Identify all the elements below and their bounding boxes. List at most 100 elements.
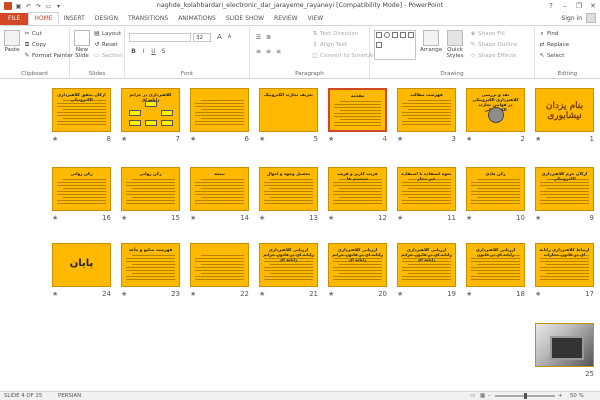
slide-thumbnail-23[interactable]: فهرست منابع و مآخذ	[121, 243, 180, 287]
slide-thumbnail-2[interactable]: نقد و بررسی کلاهبرداری الکترونیکی در قوا…	[466, 88, 525, 132]
transition-star-icon[interactable]: ★	[397, 135, 403, 143]
slide-thumbnail-11[interactable]: نحوه استفاده با استفاده غیر مجاز	[397, 167, 456, 211]
transition-star-icon[interactable]: ★	[121, 135, 127, 143]
minimize-button[interactable]: –	[558, 0, 572, 12]
shadow-button[interactable]: S	[159, 47, 168, 56]
copy-button[interactable]: ⧉ Copy	[24, 42, 46, 49]
zoom-in-button[interactable]: +	[558, 393, 563, 399]
transition-star-icon[interactable]: ★	[535, 135, 541, 143]
align-center-icon[interactable]: ≡	[264, 47, 273, 56]
avatar[interactable]	[586, 13, 596, 23]
slide-thumbnail-20[interactable]: ارزیابی کلاهبرداری رایانه ای در قانون جر…	[328, 243, 387, 287]
align-left-icon[interactable]: ≡	[254, 47, 263, 56]
slide-thumbnail-10[interactable]: رکن مادی	[466, 167, 525, 211]
transition-star-icon[interactable]: ★	[52, 135, 58, 143]
zoom-slider-thumb[interactable]	[524, 393, 527, 399]
reset-button[interactable]: ↺ Reset	[94, 42, 117, 49]
slide-thumbnail-15[interactable]: رکن روانی	[121, 167, 180, 211]
format-painter-button[interactable]: ✎ Format Painter	[24, 53, 73, 60]
tab-slide-show[interactable]: SLIDE SHOW	[221, 13, 269, 25]
tab-transitions[interactable]: TRANSITIONS	[123, 13, 173, 25]
tab-home[interactable]: HOME	[28, 12, 59, 25]
transition-star-icon[interactable]: ★	[328, 135, 334, 143]
quick-styles-button[interactable]: Quick Styles	[444, 30, 466, 59]
align-right-icon[interactable]: ≡	[274, 47, 283, 56]
transition-star-icon[interactable]: ★	[190, 214, 196, 222]
sign-in-link[interactable]: Sign in	[562, 15, 582, 22]
section-button[interactable]: ▭ Section	[94, 53, 123, 60]
help-button[interactable]: ?	[544, 0, 558, 12]
tab-view[interactable]: VIEW	[303, 13, 329, 25]
grow-font-button[interactable]: A	[215, 33, 224, 42]
text-direction-button[interactable]: ⇅ Text Direction	[312, 31, 358, 38]
slide-thumbnail-5[interactable]: تعریف تجارت الکترونیک	[259, 88, 318, 132]
transition-star-icon[interactable]: ★	[466, 135, 472, 143]
replace-button[interactable]: ⇄ Replace	[539, 42, 569, 49]
find-button[interactable]: ⌕ Find	[539, 31, 558, 38]
arrow-shape-icon[interactable]	[408, 32, 414, 38]
oval-shape-icon[interactable]	[384, 32, 390, 38]
transition-star-icon[interactable]: ★	[397, 290, 403, 298]
arrange-button[interactable]: Arrange	[420, 30, 442, 53]
slide-thumbnail-4[interactable]: مقدمه	[328, 88, 387, 132]
align-text-button[interactable]: ⇕ Align Text	[312, 42, 347, 49]
zoom-level[interactable]: 50 %	[570, 393, 584, 399]
transition-star-icon[interactable]: ★	[190, 135, 196, 143]
transition-star-icon[interactable]: ★	[190, 290, 196, 298]
cut-button[interactable]: ✂ Cut	[24, 31, 41, 38]
transition-star-icon[interactable]: ★	[535, 290, 541, 298]
layout-button[interactable]: ▤ Layout	[94, 31, 121, 38]
slide-thumbnail-21[interactable]: ارزیابی کلاهبرداری رایانه ای در قانون جر…	[259, 243, 318, 287]
language-indicator[interactable]: PERSIAN	[58, 393, 81, 399]
transition-star-icon[interactable]: ★	[259, 135, 265, 143]
tab-insert[interactable]: INSERT	[59, 13, 90, 25]
undo-icon[interactable]: ↶	[25, 3, 32, 10]
paste-button[interactable]: Paste	[3, 30, 21, 53]
rectangle-shape-icon[interactable]	[376, 32, 382, 38]
transition-star-icon[interactable]: ★	[259, 290, 265, 298]
transition-star-icon[interactable]: ★	[259, 214, 265, 222]
transition-star-icon[interactable]: ★	[535, 214, 541, 222]
slide-thumbnail-17[interactable]: ارتباط کلاهبرداری رایانه ای در قانون مجا…	[535, 243, 594, 287]
zoom-out-button[interactable]: –	[488, 393, 491, 399]
shape-fill-button[interactable]: ◈ Shape Fill	[470, 31, 505, 38]
transition-star-icon[interactable]: ★	[466, 214, 472, 222]
new-slide-button[interactable]: New Slide	[72, 30, 92, 59]
shape-effects-button[interactable]: ◇ Shape Effects	[470, 53, 517, 60]
slide-thumbnail-6[interactable]	[190, 88, 249, 132]
star-shape-icon[interactable]	[376, 42, 382, 48]
close-button[interactable]: ✕	[586, 0, 600, 12]
redo-icon[interactable]: ↷	[35, 3, 42, 10]
transition-star-icon[interactable]: ★	[328, 290, 334, 298]
slide-thumbnail-14[interactable]: نتیجه	[190, 167, 249, 211]
transition-star-icon[interactable]: ★	[121, 290, 127, 298]
font-name-combo[interactable]	[129, 33, 191, 42]
slide-thumbnail-25[interactable]	[535, 323, 594, 367]
save-icon[interactable]: ▣	[15, 3, 22, 10]
shapes-gallery[interactable]	[374, 30, 416, 60]
slide-thumbnail-19[interactable]: ارزیابی کلاهبرداری رایانه ای در قانون جر…	[397, 243, 456, 287]
shape-outline-button[interactable]: ✎ Shape Outline	[470, 42, 517, 49]
tab-review[interactable]: REVIEW	[269, 13, 303, 25]
transition-star-icon[interactable]: ★	[121, 214, 127, 222]
slide-thumbnail-12[interactable]: فریب کاربر و فریب سیستم ها	[328, 167, 387, 211]
slide-sorter-view-icon[interactable]: ▦	[480, 393, 485, 399]
font-size-combo[interactable]: 32	[193, 33, 211, 42]
slide-thumbnail-24[interactable]: پایان	[52, 243, 111, 287]
bold-button[interactable]: B	[129, 47, 138, 56]
tab-design[interactable]: DESIGN	[90, 13, 123, 25]
transition-star-icon[interactable]: ★	[52, 290, 58, 298]
triangle-shape-icon[interactable]	[392, 32, 398, 38]
transition-star-icon[interactable]: ★	[466, 290, 472, 298]
start-from-beginning-icon[interactable]: ▭	[45, 3, 52, 10]
restore-button[interactable]: ❐	[572, 0, 586, 12]
numbering-icon[interactable]: ≣	[264, 33, 273, 42]
transition-star-icon[interactable]: ★	[52, 214, 58, 222]
slide-thumbnail-13[interactable]: تحصیل وجوه و اموال	[259, 167, 318, 211]
customize-qat-icon[interactable]: ▾	[55, 3, 62, 10]
tab-animations[interactable]: ANIMATIONS	[173, 13, 221, 25]
slide-thumbnail-3[interactable]: فهرست مطالب	[397, 88, 456, 132]
transition-star-icon[interactable]: ★	[397, 214, 403, 222]
slide-thumbnail-16[interactable]: رکن روانی	[52, 167, 111, 211]
slide-thumbnail-22[interactable]	[190, 243, 249, 287]
